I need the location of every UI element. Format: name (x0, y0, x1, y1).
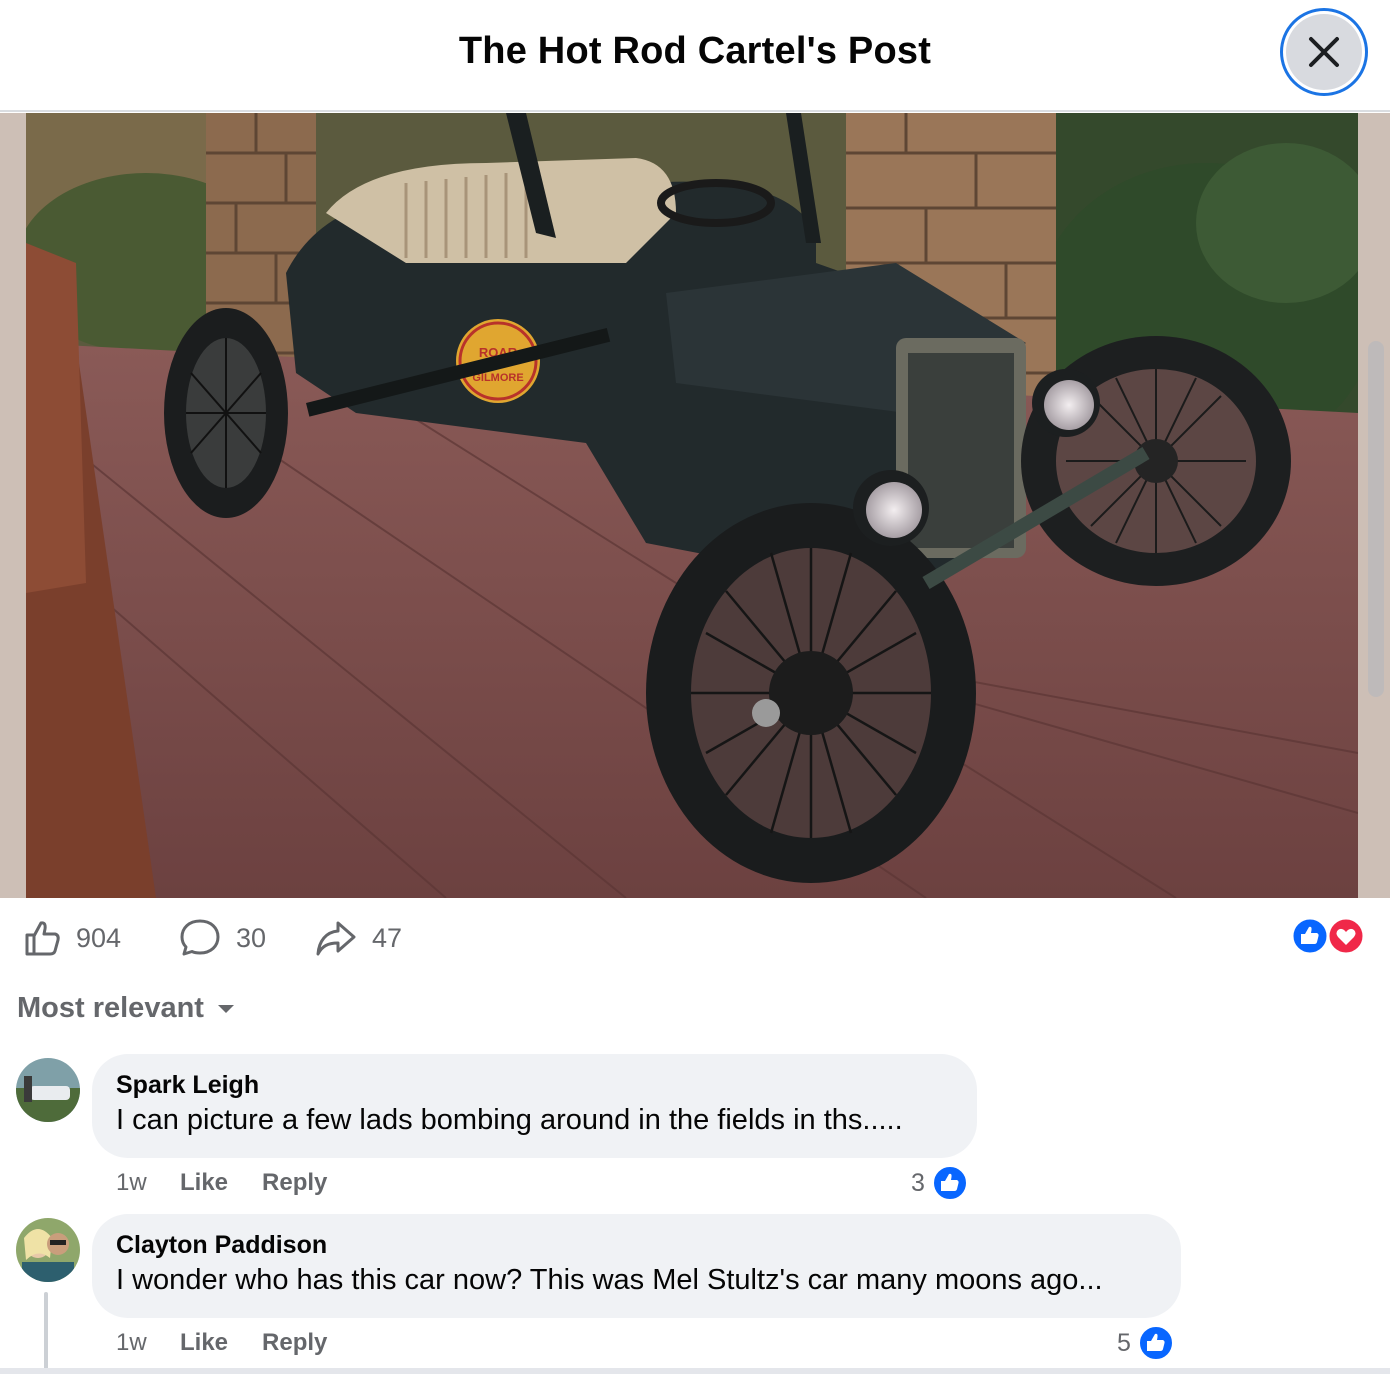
scrollbar[interactable] (1368, 341, 1384, 697)
comment-timestamp[interactable]: 1w (116, 1169, 180, 1197)
avatar[interactable] (16, 1058, 80, 1122)
post-photo[interactable]: ROAR GILMORE (26, 113, 1358, 898)
chevron-down-icon (217, 1004, 234, 1013)
comment-button[interactable]: 30 (178, 916, 266, 960)
like-reaction-icon (931, 1165, 968, 1201)
reaction-count-text: 5 (1117, 1328, 1131, 1357)
comment-timestamp[interactable]: 1w (116, 1329, 180, 1357)
comment-bubble: Spark Leigh I can picture a few lads bom… (92, 1054, 977, 1158)
comment-bubble: Clayton Paddison I wonder who has this c… (92, 1214, 1181, 1318)
thumbs-up-icon (25, 921, 60, 956)
share-icon (316, 921, 356, 956)
comment-author[interactable]: Clayton Paddison (116, 1230, 1157, 1260)
like-reaction-icon (1290, 916, 1330, 956)
comment-reply-button[interactable]: Reply (262, 1169, 327, 1197)
hot-rod-photo: ROAR GILMORE (26, 113, 1358, 898)
comment-reaction-count[interactable]: 3 (911, 1164, 969, 1202)
comment-like-button[interactable]: Like (180, 1169, 228, 1197)
reply-thread-line (44, 1292, 48, 1374)
close-button[interactable] (1280, 8, 1368, 96)
share-button[interactable]: 47 (314, 916, 402, 960)
comment-count: 30 (236, 922, 267, 953)
like-count: 904 (76, 922, 122, 953)
comment-like-button[interactable]: Like (180, 1329, 228, 1357)
post-header: The Hot Rod Cartel's Post (0, 0, 1390, 112)
reaction-count-text: 3 (911, 1168, 925, 1197)
comment-reply-button[interactable]: Reply (262, 1329, 327, 1357)
photo-viewer: ROAR GILMORE (0, 113, 1390, 898)
reaction-summary[interactable] (1290, 916, 1368, 956)
like-reaction-icon (1137, 1325, 1174, 1361)
comment-author[interactable]: Spark Leigh (116, 1070, 953, 1100)
comment-text: I can picture a few lads bombing around … (116, 1104, 903, 1136)
comment-text: I wonder who has this car now? This was … (116, 1264, 1103, 1296)
comment-icon (180, 919, 220, 956)
comment-actions: 1w Like Reply (116, 1168, 361, 1198)
like-button[interactable]: 904 (22, 916, 121, 960)
sort-label: Most relevant (17, 992, 204, 1024)
share-count: 47 (372, 922, 403, 953)
post-stats-bar: 904 30 47 (0, 898, 1390, 980)
divider (0, 1368, 1390, 1374)
close-icon (1286, 14, 1362, 90)
comment-sort-dropdown[interactable]: Most relevant (17, 992, 236, 1025)
love-reaction-icon (1326, 916, 1366, 956)
page-title: The Hot Rod Cartel's Post (458, 30, 932, 72)
comment-reaction-count[interactable]: 5 (1117, 1324, 1175, 1362)
avatar[interactable] (16, 1218, 80, 1282)
comment-actions: 1w Like Reply (116, 1328, 361, 1358)
